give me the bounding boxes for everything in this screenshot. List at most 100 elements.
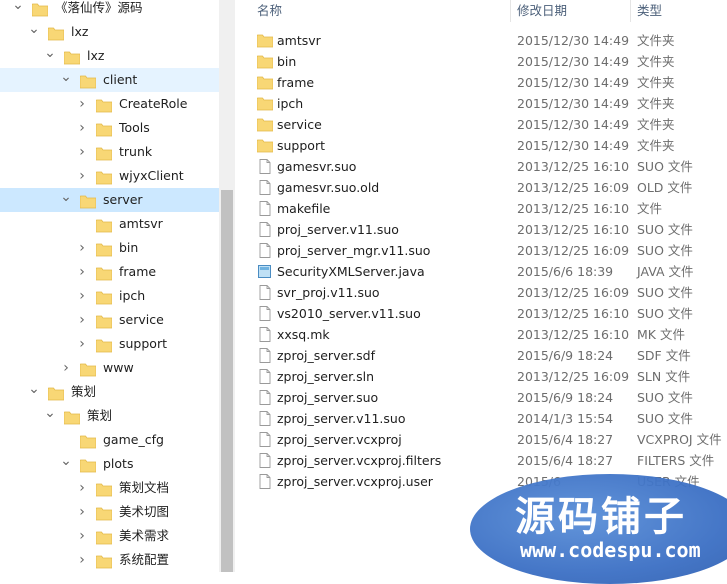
file-row[interactable]: ipch 2015/12/30 14:49 文件夹	[235, 93, 727, 114]
folder-icon	[95, 145, 113, 161]
file-row[interactable]: gamesvr.suo 2013/12/25 16:10 SUO 文件	[235, 156, 727, 177]
chevron-down-icon[interactable]: ⌄	[60, 452, 72, 476]
file-row[interactable]: proj_server_mgr.v11.suo 2013/12/25 16:09 S…	[235, 240, 727, 261]
chevron-right-icon[interactable]: ›	[76, 308, 88, 332]
file-row[interactable]: svr_proj.v11.suo 2013/12/25 16:09 SUO 文件	[235, 282, 727, 303]
chevron-right-icon[interactable]: ›	[76, 500, 88, 524]
file-name: amtsvr	[277, 33, 321, 48]
file-type: SUO 文件	[637, 306, 693, 321]
tree-item[interactable]: › support	[0, 332, 219, 356]
file-icon	[257, 285, 272, 300]
tree-item[interactable]: › frame	[0, 260, 219, 284]
tree-item[interactable]: › wjyxClient	[0, 164, 219, 188]
tree-item-label: Tools	[119, 120, 150, 135]
chevron-down-icon[interactable]: ⌄	[28, 380, 40, 404]
tree-item-label: 策划	[87, 408, 113, 423]
tree-item[interactable]: › trunk	[0, 140, 219, 164]
chevron-down-icon[interactable]: ⌄	[44, 44, 56, 68]
file-row[interactable]: xxsq.mk 2013/12/25 16:10 MK 文件	[235, 324, 727, 345]
tree-item[interactable]: › CreateRole	[0, 92, 219, 116]
tree-item[interactable]: ⌄ 《落仙传》源码	[0, 0, 219, 20]
file-row[interactable]: support 2015/12/30 14:49 文件夹	[235, 135, 727, 156]
chevron-right-icon[interactable]: ›	[76, 92, 88, 116]
tree-item-label: www	[103, 360, 134, 375]
file-row[interactable]: proj_server.v11.suo 2013/12/25 16:10 SUO 文…	[235, 219, 727, 240]
tree-item[interactable]: amtsvr	[0, 212, 219, 236]
file-date: 2013/12/25 16:10	[517, 222, 630, 237]
tree-item-label: support	[119, 336, 167, 351]
column-divider[interactable]	[510, 0, 511, 22]
file-row[interactable]: SecurityXMLServer.java 2015/6/6 18:39 JAVA…	[235, 261, 727, 282]
tree-item[interactable]: ⌄ lxz	[0, 20, 219, 44]
tree-item[interactable]: › www	[0, 356, 219, 380]
chevron-right-icon[interactable]: ›	[76, 332, 88, 356]
file-row[interactable]: gamesvr.suo.old 2013/12/25 16:09 OLD 文件	[235, 177, 727, 198]
tree-item[interactable]: › 美术需求	[0, 524, 219, 548]
tree-item[interactable]: ⌄ lxz	[0, 44, 219, 68]
tree-item[interactable]: › 系统配置	[0, 548, 219, 572]
file-icon	[257, 453, 272, 468]
column-header-date[interactable]: 修改日期	[517, 0, 567, 22]
chevron-right-icon[interactable]: ›	[76, 116, 88, 140]
file-row[interactable]: service 2015/12/30 14:49 文件夹	[235, 114, 727, 135]
tree-item[interactable]: › ipch	[0, 284, 219, 308]
file-row[interactable]: zproj_server.vcxproj 2015/6/4 18:27 VCXPRO…	[235, 429, 727, 450]
file-row[interactable]: zproj_server.suo 2015/6/9 18:24 SUO 文件	[235, 387, 727, 408]
file-row[interactable]: zproj_server.sln 2013/12/25 16:09 SLN 文件	[235, 366, 727, 387]
folder-icon	[95, 505, 113, 521]
chevron-right-icon[interactable]: ›	[76, 524, 88, 548]
chevron-right-icon[interactable]: ›	[60, 356, 72, 380]
file-row[interactable]: frame 2015/12/30 14:49 文件夹	[235, 72, 727, 93]
chevron-down-icon[interactable]: ⌄	[28, 20, 40, 44]
tree-item-label: 系统配置	[119, 552, 170, 567]
file-row[interactable]: vs2010_server.v11.suo 2013/12/25 16:10 SUO…	[235, 303, 727, 324]
chevron-right-icon[interactable]: ›	[76, 260, 88, 284]
chevron-down-icon[interactable]: ⌄	[44, 404, 56, 428]
file-date: 2013/12/25 16:09	[517, 180, 630, 195]
navigation-tree[interactable]: ⌄ 《落仙传》源码 ⌄ lxz ⌄ lxz ⌄ client › CreateRole › Tools…	[0, 0, 219, 572]
folder-icon	[79, 73, 97, 89]
chevron-down-icon[interactable]: ⌄	[60, 188, 72, 212]
chevron-right-icon[interactable]: ›	[76, 140, 88, 164]
file-row[interactable]: zproj_server.sdf 2015/6/9 18:24 SDF 文件	[235, 345, 727, 366]
file-type: 文件夹	[637, 33, 675, 48]
column-header-name[interactable]: 名称	[257, 0, 282, 22]
tree-item[interactable]: ⌄ 策划	[0, 404, 219, 428]
file-row[interactable]: amtsvr 2015/12/30 14:49 文件夹	[235, 30, 727, 51]
chevron-right-icon[interactable]: ›	[76, 236, 88, 260]
chevron-down-icon[interactable]: ⌄	[12, 0, 24, 20]
chevron-down-icon[interactable]: ⌄	[60, 68, 72, 92]
chevron-right-icon[interactable]: ›	[76, 164, 88, 188]
file-name: svr_proj.v11.suo	[277, 285, 380, 300]
chevron-right-icon[interactable]: ›	[76, 284, 88, 308]
tree-item[interactable]: ⌄ server	[0, 188, 219, 212]
chevron-right-icon[interactable]: ›	[76, 476, 88, 500]
file-row[interactable]: bin 2015/12/30 14:49 文件夹	[235, 51, 727, 72]
chevron-right-icon[interactable]: ›	[76, 548, 88, 572]
file-row[interactable]: makefile 2013/12/25 16:10 文件	[235, 198, 727, 219]
tree-item-label: 策划文档	[119, 480, 170, 495]
file-date: 2015/6/9 18:24	[517, 390, 614, 405]
tree-item[interactable]: ⌄ plots	[0, 452, 219, 476]
tree-item-label: 策划	[71, 384, 97, 399]
tree-item[interactable]: game_cfg	[0, 428, 219, 452]
file-row[interactable]: zproj_server.vcxproj.filters 2015/6/4 18:…	[235, 450, 727, 471]
tree-item[interactable]: ⌄ client	[0, 68, 219, 92]
file-name: proj_server.v11.suo	[277, 222, 399, 237]
file-icon	[257, 222, 272, 237]
tree-item[interactable]: › service	[0, 308, 219, 332]
file-row[interactable]: zproj_server.v11.suo 2014/1/3 15:54 SUO 文件	[235, 408, 727, 429]
tree-item-label: trunk	[119, 144, 153, 159]
file-date: 2015/12/30 14:49	[517, 96, 630, 111]
file-icon	[257, 432, 272, 447]
tree-scrollbar-thumb[interactable]	[221, 190, 233, 572]
column-header-type[interactable]: 类型	[637, 0, 662, 22]
tree-item[interactable]: › 策划文档	[0, 476, 219, 500]
tree-item-label: service	[119, 312, 164, 327]
tree-item[interactable]: › bin	[0, 236, 219, 260]
column-divider[interactable]	[630, 0, 631, 22]
folder-icon	[95, 481, 113, 497]
tree-item[interactable]: ⌄ 策划	[0, 380, 219, 404]
tree-item[interactable]: › 美术切图	[0, 500, 219, 524]
tree-item[interactable]: › Tools	[0, 116, 219, 140]
